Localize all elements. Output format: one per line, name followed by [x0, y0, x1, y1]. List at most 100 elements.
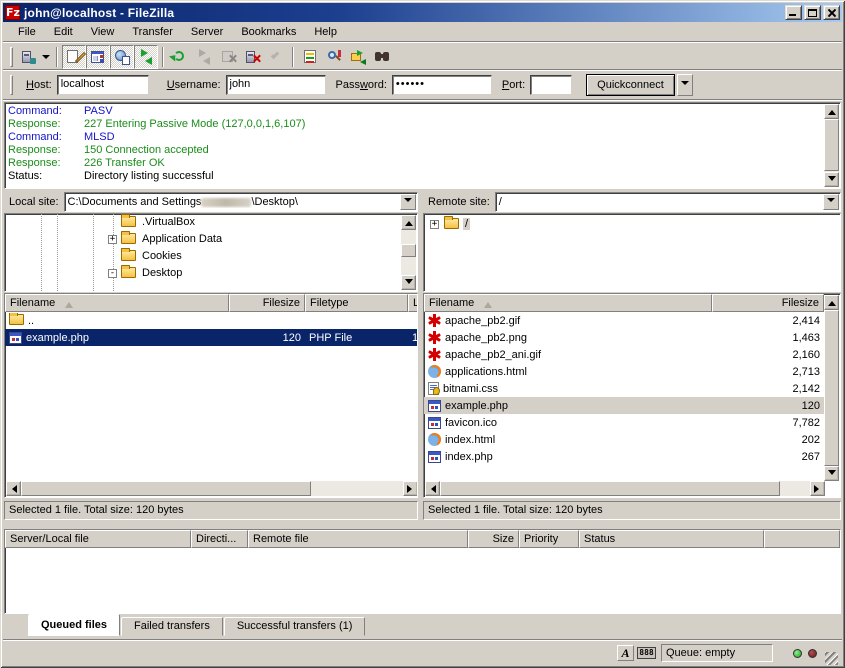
toggle-transfer-queue-button[interactable] [134, 45, 158, 69]
remote-vertical-scrollbar[interactable] [824, 295, 839, 481]
log-vertical-scrollbar[interactable] [824, 104, 839, 187]
refresh-button[interactable] [168, 45, 192, 69]
tree-item-virtualbox[interactable]: .VirtualBox [5, 214, 417, 231]
filename-filters-button[interactable] [298, 45, 322, 69]
local-file-row-parent[interactable]: .. [5, 312, 417, 329]
ascii-data-type-icon[interactable]: A [617, 645, 634, 661]
scrollbar-thumb[interactable] [21, 481, 311, 496]
scrollbar-track[interactable] [311, 481, 403, 496]
column-header-direction[interactable]: Directi... [191, 530, 248, 548]
directory-comparison-button[interactable] [322, 45, 346, 69]
menu-view[interactable]: View [82, 24, 124, 40]
local-directory-tree[interactable]: .VirtualBox + Application Data Cookies -… [4, 213, 418, 292]
message-log[interactable]: Command:PASV Response:227 Entering Passi… [4, 102, 841, 189]
remote-file-row-selected[interactable]: example.php120 [424, 397, 824, 414]
menu-transfer[interactable]: Transfer [123, 24, 182, 40]
remote-file-row[interactable]: favicon.ico7,782 [424, 414, 824, 431]
scroll-down-button[interactable] [824, 172, 839, 187]
column-header-remote-file[interactable]: Remote file [248, 530, 468, 548]
column-header-priority[interactable]: Priority [519, 530, 579, 548]
toolbar-gripper[interactable] [10, 47, 13, 67]
column-header-filesize[interactable]: Filesize [229, 294, 305, 312]
scrollbar-thumb[interactable] [401, 244, 416, 257]
tab-failed-transfers[interactable]: Failed transfers [121, 617, 223, 636]
scroll-down-button[interactable] [401, 275, 416, 290]
close-button[interactable] [823, 5, 840, 20]
scroll-left-button[interactable] [6, 481, 21, 496]
scrollbar-track[interactable] [401, 257, 416, 275]
remote-file-row[interactable]: applications.html2,713 [424, 363, 824, 380]
scroll-left-button[interactable] [425, 481, 440, 496]
minimize-button[interactable] [785, 5, 802, 20]
host-input[interactable]: localhost [57, 75, 149, 95]
site-manager-dropdown[interactable] [40, 46, 52, 68]
local-file-row-selected[interactable]: example.php 120 PHP File 1 [5, 329, 417, 346]
remote-file-row[interactable]: apache_pb2.gif2,414 [424, 312, 824, 329]
remote-site-combobox[interactable]: / [495, 192, 841, 212]
toggle-remote-tree-button[interactable] [110, 45, 134, 69]
password-input[interactable]: •••••• [392, 75, 492, 95]
column-header-server-local-file[interactable]: Server/Local file [5, 530, 191, 548]
remote-file-row[interactable]: apache_pb2_ani.gif2,160 [424, 346, 824, 363]
remote-site-dropdown[interactable] [823, 194, 839, 210]
remote-directory-tree[interactable]: + / [423, 213, 841, 292]
tree-expand-icon[interactable]: + [108, 235, 117, 244]
resize-grip[interactable] [825, 652, 838, 665]
column-header-status[interactable]: Status [579, 530, 764, 548]
scrollbar-thumb[interactable] [824, 119, 839, 171]
menu-help[interactable]: Help [305, 24, 346, 40]
scroll-up-button[interactable] [401, 215, 416, 230]
remote-file-row[interactable]: index.php267 [424, 448, 824, 465]
scrollbar-track[interactable] [780, 481, 810, 496]
tree-item-root[interactable]: + / [424, 216, 840, 233]
username-input[interactable]: john [226, 75, 326, 95]
disconnect-button[interactable] [240, 45, 264, 69]
local-tree-vertical-scrollbar[interactable] [401, 215, 416, 290]
scrollbar-thumb[interactable] [824, 310, 839, 466]
column-header-filename[interactable]: Filename [424, 294, 712, 312]
speed-limits-icon[interactable]: 888 [637, 647, 656, 659]
tree-expand-icon[interactable]: + [430, 220, 439, 229]
tree-item-desktop[interactable]: - Desktop [5, 265, 417, 282]
site-manager-button[interactable] [16, 45, 40, 69]
tree-item-application-data[interactable]: + Application Data [5, 231, 417, 248]
tab-queued-files[interactable]: Queued files [28, 614, 120, 636]
tree-item-cookies[interactable]: Cookies [5, 248, 417, 265]
title-bar[interactable]: Fz john@localhost - FileZilla [3, 3, 842, 22]
local-site-combobox[interactable]: C:\Documents and Settings\Desktop\ [64, 192, 418, 212]
tree-collapse-icon[interactable]: - [108, 269, 117, 278]
local-file-list[interactable]: Filename Filesize Filetype L .. example.… [4, 293, 418, 498]
menu-edit[interactable]: Edit [45, 24, 82, 40]
scroll-up-button[interactable] [824, 295, 839, 310]
synchronized-browsing-button[interactable] [346, 45, 370, 69]
tab-successful-transfers[interactable]: Successful transfers (1) [224, 617, 366, 636]
port-input[interactable] [530, 75, 572, 95]
scrollbar-thumb[interactable] [440, 481, 780, 496]
filezilla-app-icon[interactable]: Fz [5, 5, 20, 20]
menu-file[interactable]: File [9, 24, 45, 40]
scroll-up-button[interactable] [824, 104, 839, 119]
quickconnect-dropdown[interactable] [677, 74, 693, 96]
local-horizontal-scrollbar[interactable] [6, 481, 418, 496]
quickconnect-button[interactable]: Quickconnect [586, 74, 675, 96]
scroll-right-button[interactable] [403, 481, 418, 496]
remote-horizontal-scrollbar[interactable] [425, 481, 825, 496]
column-header-filesize[interactable]: Filesize [712, 294, 824, 312]
remote-file-list[interactable]: Filename Filesize apache_pb2.gif2,414 ap… [423, 293, 841, 498]
scroll-right-button[interactable] [810, 481, 825, 496]
maximize-button[interactable] [804, 5, 821, 20]
toggle-message-log-button[interactable] [62, 45, 86, 69]
remote-file-row[interactable]: bitnami.css2,142 [424, 380, 824, 397]
column-header-last-modified[interactable]: L [408, 294, 418, 312]
scroll-down-button[interactable] [824, 466, 839, 481]
toggle-local-tree-button[interactable] [86, 45, 110, 69]
column-header-filetype[interactable]: Filetype [305, 294, 408, 312]
quickconnect-gripper[interactable] [10, 75, 13, 95]
remote-file-row[interactable]: apache_pb2.png1,463 [424, 329, 824, 346]
menu-server[interactable]: Server [182, 24, 232, 40]
find-files-button[interactable] [370, 45, 394, 69]
scrollbar-track[interactable] [401, 230, 416, 244]
column-header-size[interactable]: Size [468, 530, 519, 548]
local-site-dropdown[interactable] [400, 194, 416, 210]
column-header-filename[interactable]: Filename [5, 294, 229, 312]
